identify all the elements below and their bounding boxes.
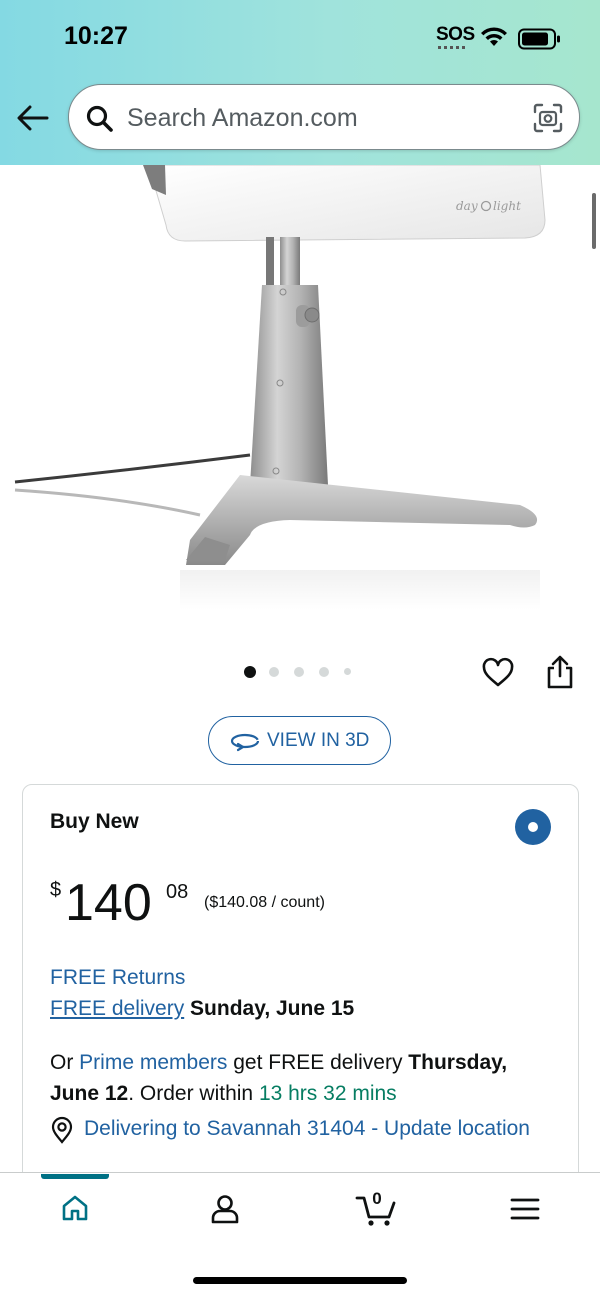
price-fraction: 08 [166, 881, 189, 903]
carousel-dot-active[interactable] [244, 666, 256, 678]
prime-prefix: Or [50, 1051, 74, 1074]
share-icon[interactable] [545, 654, 575, 690]
home-icon[interactable] [60, 1193, 90, 1223]
prime-middle: get FREE delivery [233, 1051, 403, 1074]
menu-icon[interactable] [510, 1197, 540, 1221]
unit-price: ($140.08 / count) [204, 894, 325, 911]
heart-icon[interactable] [481, 656, 515, 690]
svg-text:day: day [456, 199, 478, 213]
buy-new-title: Buy New [50, 810, 139, 833]
search-placeholder: Search Amazon.com [127, 104, 358, 132]
search-input[interactable]: Search Amazon.com [68, 84, 580, 150]
buy-box-card: Buy New $ 140 08 ($140.08 / count) FREE … [22, 784, 579, 1204]
signal-dots [438, 46, 468, 49]
status-time: 10:27 [64, 22, 128, 50]
camera-search-icon[interactable] [531, 101, 565, 135]
free-delivery-date: Sunday, June 15 [190, 997, 355, 1020]
prime-members-link[interactable]: Prime members [79, 1051, 227, 1074]
location-pin-icon [51, 1116, 73, 1144]
carousel-dot[interactable] [344, 668, 351, 675]
view-in-3d-button[interactable]: VIEW IN 3D [208, 716, 391, 765]
battery-icon [518, 28, 560, 50]
account-icon[interactable] [209, 1193, 241, 1225]
rotate-3d-icon [230, 733, 260, 752]
svg-text:light: light [493, 199, 521, 213]
product-image[interactable]: day light [0, 164, 600, 645]
carousel-dot[interactable] [269, 667, 279, 677]
carousel-dot[interactable] [294, 667, 304, 677]
order-countdown: 13 hrs 32 mins [258, 1082, 397, 1105]
home-indicator [193, 1277, 407, 1284]
active-tab-indicator [41, 1174, 109, 1179]
carousel-dot[interactable] [319, 667, 329, 677]
search-icon [86, 105, 113, 132]
delivery-location-link[interactable]: Delivering to Savannah 31404 - Update lo… [84, 1113, 534, 1144]
bottom-tab-bar: 0 [0, 1172, 600, 1298]
cart-count: 0 [372, 1189, 382, 1208]
wifi-icon [481, 27, 507, 46]
free-delivery-row: FREE delivery Sunday, June 15 [50, 997, 354, 1021]
prime-delivery-text: Or Prime members get FREE delivery Thurs… [50, 1047, 555, 1109]
cart-button[interactable]: 0 [355, 1189, 399, 1227]
page-scrollbar[interactable] [592, 193, 596, 249]
order-within-label: . Order within [128, 1082, 254, 1105]
free-delivery-link[interactable]: FREE delivery [50, 997, 184, 1020]
price-whole: 140 [65, 874, 152, 932]
price-symbol: $ [50, 879, 62, 901]
free-returns-link[interactable]: FREE Returns [50, 966, 185, 990]
view-in-3d-label: VIEW IN 3D [267, 730, 370, 751]
sos-indicator: SOS [436, 24, 475, 45]
top-bar: 10:27 SOS Search Amazon.com [0, 0, 600, 165]
back-arrow-icon[interactable] [16, 103, 50, 133]
daylight-lamp-illustration: day light [14, 164, 546, 610]
buy-new-radio[interactable] [515, 809, 551, 845]
